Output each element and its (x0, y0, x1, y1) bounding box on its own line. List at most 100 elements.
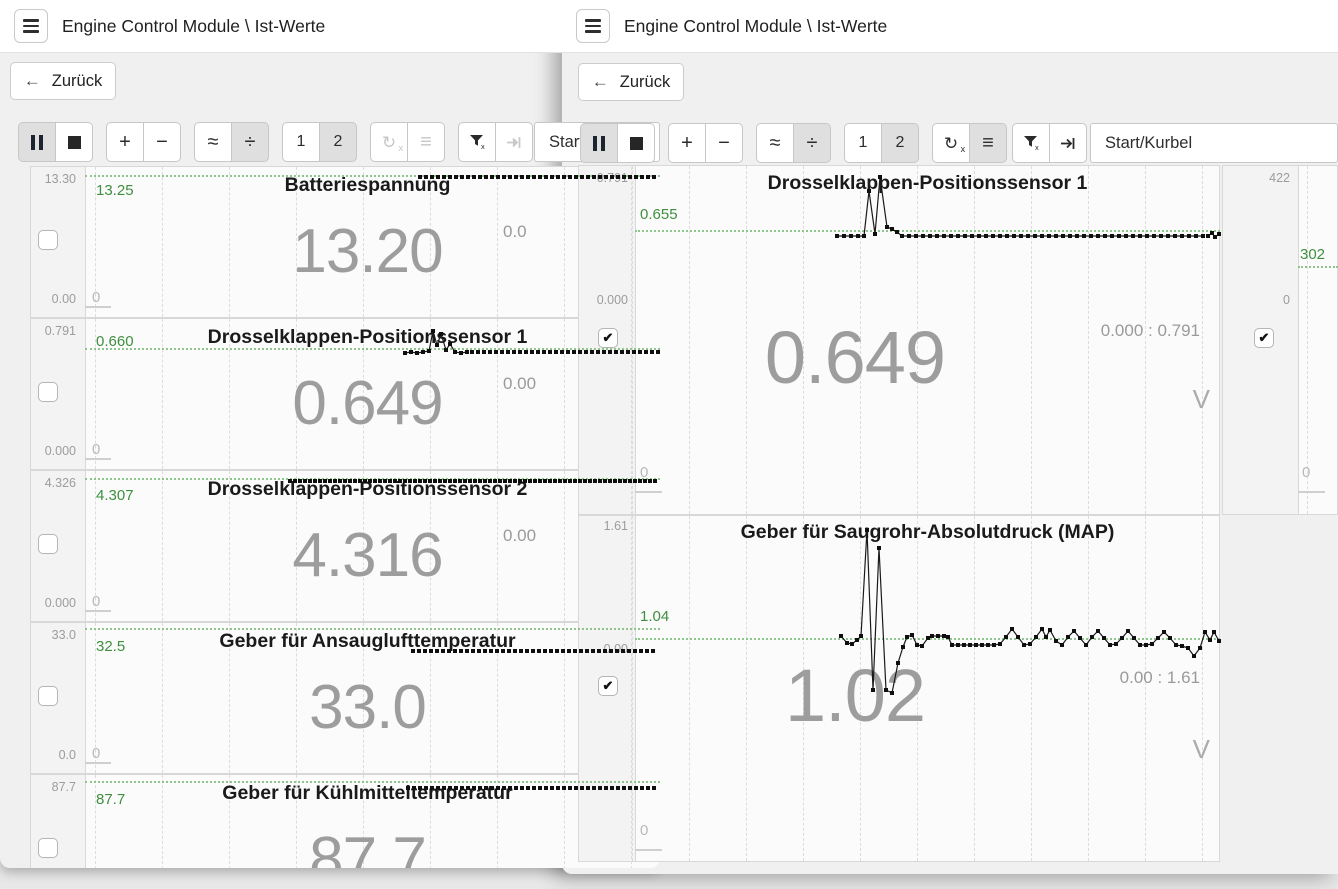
chart-ansauglufttemperatur-title: Geber für Ansauglufttemperatur (85, 630, 650, 653)
filter-x-icon: x (469, 134, 486, 150)
reset-zoom-button[interactable]: ↻x (932, 123, 970, 163)
pause-button[interactable] (580, 123, 618, 163)
chart-saugrohr-map-unit: V (635, 734, 1210, 765)
chart-batteriespannung-checkbox[interactable] (38, 230, 58, 250)
chart-saugrohr-map-threshold-line (635, 638, 1220, 640)
gridline (1145, 516, 1146, 861)
gridline (1088, 516, 1089, 861)
jump-latest-button[interactable] (495, 122, 533, 162)
window-title: Engine Control Module \ Ist-Werte (62, 0, 325, 52)
clear-filter-button[interactable]: x (1012, 123, 1050, 163)
layout-2-button[interactable]: 2 (319, 122, 357, 162)
chart-drosselklappen-1-value: 0.649 (85, 364, 650, 445)
chart-kuehlmitteltemperatur-value: 87.7 (85, 820, 650, 868)
back-button[interactable]: ← Zurück (578, 63, 684, 101)
jump-latest-button[interactable] (1049, 123, 1087, 163)
window-header: Engine Control Module \ Ist-Werte (562, 0, 1338, 53)
gridline (1307, 166, 1308, 514)
chart-saugrohr-map-checkbox[interactable]: ✔ (598, 676, 618, 696)
filter-x-icon: x (1023, 135, 1040, 151)
chart-saugrohr-map-threshold-label: 1.04 (640, 608, 669, 625)
chart-partial-right-axis-min: 0 (1222, 293, 1290, 307)
chart-drosselklappen-1-axis-min: 0.000 (578, 293, 628, 307)
list-view-button[interactable]: ≡ (407, 122, 445, 162)
chart-partial-right-axis-tick (1298, 491, 1325, 493)
back-button[interactable]: ← Zurück (10, 62, 116, 100)
layout-1-icon: 1 (297, 133, 306, 151)
split-mode-icon: ÷ (245, 131, 256, 154)
clear-filter-button[interactable]: x (458, 122, 496, 162)
stop-button[interactable] (617, 123, 655, 163)
chart-drosselklappen-1-range: 0.00 (503, 374, 536, 394)
chart-kuehlmitteltemperatur-checkbox[interactable] (38, 838, 58, 858)
chart-drosselklappen-2-value: 4.316 (85, 516, 650, 597)
zoom-in-icon: + (119, 131, 131, 154)
chart-batteriespannung-value: 13.20 (85, 212, 650, 293)
menu-button[interactable] (14, 9, 48, 43)
chart-ansauglufttemperatur-origin-label: 0 (92, 745, 100, 762)
reset-zoom-button[interactable]: ↻x (370, 122, 408, 162)
chart-drosselklappen-2-checkbox[interactable] (38, 534, 58, 554)
chart-saugrohr-map-range: 0.00 : 1.61 (635, 668, 1200, 688)
chart-drosselklappen-1-axis-max: 0.791 (30, 324, 76, 338)
pause-icon (31, 135, 44, 150)
layout-1-button[interactable]: 1 (282, 122, 320, 162)
pause-button[interactable] (18, 122, 56, 162)
chart-batteriespannung-range: 0.0 (503, 222, 527, 242)
list-view-icon: ≡ (982, 132, 994, 155)
chart-ansauglufttemperatur-value: 33.0 (85, 668, 650, 749)
window-foreground: Engine Control Module \ Ist-Werte ← Zurü… (562, 0, 1338, 874)
split-mode-button[interactable]: ÷ (793, 123, 831, 163)
stop-button[interactable] (55, 122, 93, 162)
curve-mode-button[interactable]: ≈ (756, 123, 794, 163)
zoom-in-button[interactable]: + (106, 122, 144, 162)
layout-2-button[interactable]: 2 (881, 123, 919, 163)
zoom-in-icon: + (681, 132, 693, 155)
chart-drosselklappen-2-axis-tick (85, 610, 111, 612)
hamburger-icon (585, 19, 601, 32)
curve-mode-icon: ≈ (770, 132, 781, 155)
chart-saugrohr-map-origin-label: 0 (640, 822, 648, 839)
chart-drosselklappen-1-axis-min: 0.000 (30, 444, 76, 458)
back-arrow-icon: ← (24, 71, 41, 91)
chart-ansauglufttemperatur-axis-tick (85, 762, 111, 764)
menu-button[interactable] (576, 9, 610, 43)
chart-partial-right-threshold-label: 302 (1300, 246, 1325, 263)
list-view-icon: ≡ (420, 131, 432, 154)
chart-drosselklappen-1-checkbox[interactable] (38, 382, 58, 402)
list-view-button[interactable]: ≡ (969, 123, 1007, 163)
back-arrow-icon: ← (592, 72, 609, 92)
back-button-label: Zurück (52, 72, 102, 91)
chart-partial-right-axis-max: 422 (1222, 171, 1290, 185)
gridline (1202, 516, 1203, 861)
chart-partial-right-threshold-line (1298, 266, 1338, 268)
curve-mode-icon: ≈ (208, 131, 219, 154)
svg-text:x: x (481, 142, 485, 150)
window-header: Engine Control Module \ Ist-Werte (0, 0, 660, 53)
layout-1-button[interactable]: 1 (844, 123, 882, 163)
hamburger-icon (23, 19, 39, 32)
chart-drosselklappen-1-title: Drosselklappen-Positionssensor 1 (635, 172, 1220, 195)
chart-drosselklappen-1-checkbox[interactable]: ✔ (598, 328, 618, 348)
curve-mode-button[interactable]: ≈ (194, 122, 232, 162)
chart-drosselklappen-2-title: Drosselklappen-Positionssensor 2 (85, 478, 650, 501)
chart-drosselklappen-1-threshold-label: 0.655 (640, 206, 678, 223)
zoom-out-button[interactable]: − (143, 122, 181, 162)
chart-drosselklappen-1-origin-label: 0 (640, 464, 648, 481)
split-mode-button[interactable]: ÷ (231, 122, 269, 162)
chart-drosselklappen-1-axis-tick (85, 458, 111, 460)
refresh-x-icon: ↻x (382, 134, 396, 151)
zoom-out-button[interactable]: − (705, 123, 743, 163)
chart-saugrohr-map-title: Geber für Saugrohr-Absolutdruck (MAP) (635, 521, 1220, 544)
zoom-in-button[interactable]: + (668, 123, 706, 163)
chart-partial-right-checkbox[interactable]: ✔ (1254, 328, 1274, 348)
layout-2-icon: 2 (896, 134, 905, 152)
zoom-out-icon: − (718, 132, 730, 155)
filter-field[interactable]: Start/Kurbel (1090, 123, 1338, 163)
layout-2-icon: 2 (334, 133, 343, 151)
split-mode-icon: ÷ (807, 132, 818, 155)
chart-drosselklappen-2-origin-label: 0 (92, 593, 100, 610)
zoom-out-icon: − (156, 131, 168, 154)
chart-ansauglufttemperatur-checkbox[interactable] (38, 686, 58, 706)
chart-drosselklappen-1-range: 0.000 : 0.791 (635, 321, 1200, 341)
